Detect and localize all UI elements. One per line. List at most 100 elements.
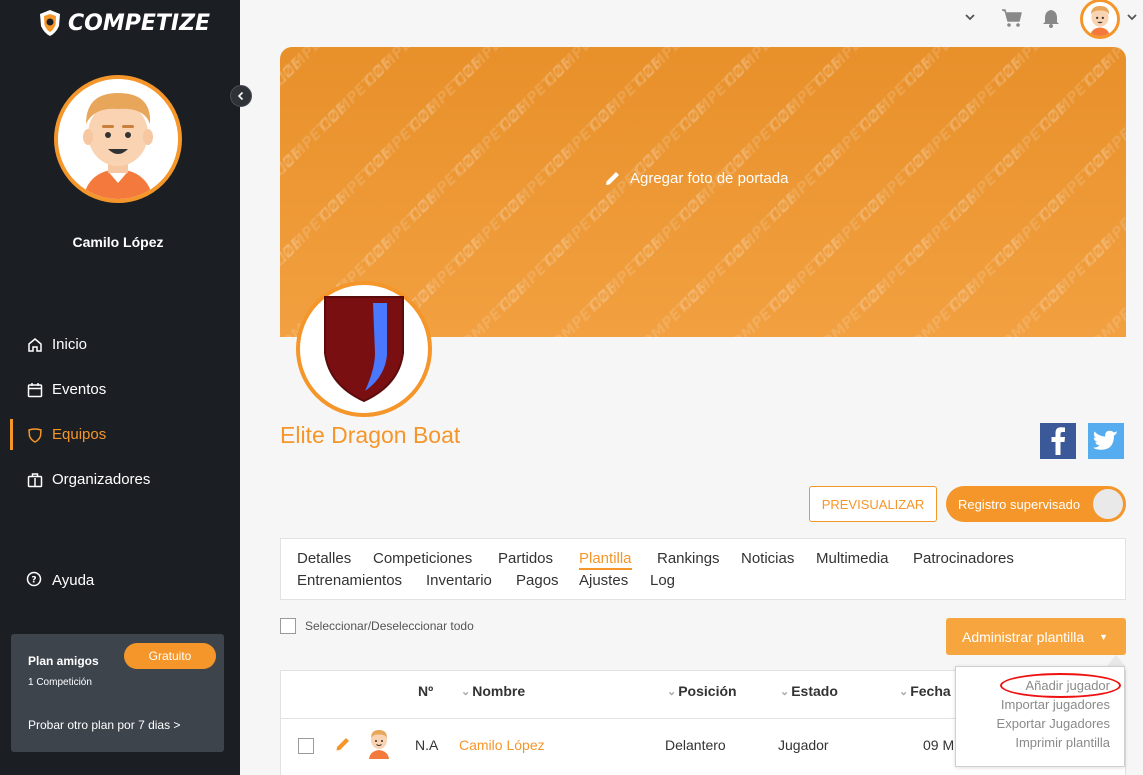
team-crest-icon bbox=[324, 296, 404, 403]
calendar-icon bbox=[26, 381, 44, 399]
sidebar-item-ayuda[interactable]: ? Ayuda bbox=[26, 571, 94, 589]
manage-roster-label: Administrar plantilla bbox=[962, 628, 1085, 645]
sidebar-item-label: Equipos bbox=[52, 426, 107, 443]
team-name: Elite Dragon Boat bbox=[280, 422, 461, 448]
menu-item-add-player[interactable]: Añadir jugador bbox=[1025, 678, 1110, 693]
sidebar-user-name: Camilo López bbox=[72, 234, 164, 250]
trial-plan-link[interactable]: Probar otro plan por 7 dias > bbox=[28, 718, 180, 732]
bell-icon[interactable] bbox=[1042, 8, 1060, 33]
column-header-position[interactable]: ⌄ Posición bbox=[667, 683, 737, 699]
tab-plantilla[interactable]: Plantilla bbox=[579, 550, 632, 570]
brand-name: COMPETIZE bbox=[68, 10, 211, 36]
cover-watermark-word: COMPETIZE bbox=[630, 278, 712, 337]
select-all-label: Seleccionar/Deseleccionar todo bbox=[305, 619, 474, 633]
column-header-status[interactable]: ⌄ Estado bbox=[780, 683, 838, 699]
player-name-link[interactable]: Camilo López bbox=[459, 737, 545, 753]
sidebar-item-inicio[interactable]: Inicio bbox=[0, 322, 240, 367]
team-tabs: Detalles Competiciones Partidos Plantill… bbox=[280, 538, 1126, 600]
tab-detalles[interactable]: Detalles bbox=[297, 550, 351, 567]
supervised-registration-label: Registro supervisado bbox=[958, 496, 1081, 512]
topbar-avatar[interactable] bbox=[1080, 0, 1120, 39]
sort-chevron-icon: ⌄ bbox=[461, 685, 471, 698]
caret-down-icon: ▼ bbox=[1099, 632, 1108, 642]
cover-watermark-word: COMPETIZE bbox=[540, 278, 622, 337]
menu-item-import-players[interactable]: Importar jugadores bbox=[1001, 697, 1110, 712]
tab-pagos[interactable]: Pagos bbox=[516, 572, 559, 589]
cover-watermark-word: COMPETIZE bbox=[720, 278, 802, 337]
dropdown-pointer bbox=[1107, 655, 1125, 666]
tab-patrocinadores[interactable]: Patrocinadores bbox=[913, 550, 1014, 567]
topbar-dropdown-chevron-icon[interactable] bbox=[964, 10, 976, 28]
sidebar-avatar[interactable] bbox=[54, 75, 182, 203]
plan-subtitle: 1 Competición bbox=[28, 677, 92, 688]
row-checkbox[interactable] bbox=[298, 738, 314, 754]
pencil-icon bbox=[606, 172, 619, 185]
player-date: 09 M bbox=[923, 737, 955, 753]
add-cover-photo-label: Agregar foto de portada bbox=[630, 169, 789, 187]
column-header-name[interactable]: ⌄ Nombre bbox=[461, 683, 525, 699]
help-icon: ? bbox=[26, 571, 44, 589]
facebook-share-button[interactable] bbox=[1040, 423, 1076, 459]
sidebar-item-label: Organizadores bbox=[52, 471, 151, 488]
column-header-label: Estado bbox=[791, 683, 838, 699]
sidebar-nav: Inicio Eventos Equipos Organizadores bbox=[0, 322, 240, 502]
twitter-icon bbox=[1093, 430, 1118, 450]
player-status: Jugador bbox=[778, 737, 829, 753]
tab-noticias[interactable]: Noticias bbox=[741, 550, 794, 567]
add-cover-photo-button[interactable]: Agregar foto de portada bbox=[604, 169, 788, 187]
manage-roster-button[interactable]: Administrar plantilla ▼ bbox=[946, 618, 1126, 655]
menu-item-print-roster[interactable]: Imprimir plantilla bbox=[1015, 735, 1110, 750]
cover-watermark-word: COMPETIZE bbox=[280, 143, 307, 225]
account-chevron-icon[interactable] bbox=[1126, 10, 1138, 28]
column-header-number[interactable]: Nº bbox=[418, 683, 433, 699]
menu-item-export-players[interactable]: Exportar Jugadores bbox=[997, 716, 1110, 731]
column-header-label: Nº bbox=[418, 683, 434, 699]
brand-shield-icon bbox=[40, 10, 60, 36]
twitter-share-button[interactable] bbox=[1088, 423, 1124, 459]
sidebar-item-eventos[interactable]: Eventos bbox=[0, 367, 240, 412]
sort-chevron-icon: ⌄ bbox=[780, 685, 790, 698]
cover-watermark-word: COMPETIZE bbox=[280, 233, 307, 315]
sidebar-item-label: Inicio bbox=[52, 336, 88, 353]
svg-text:?: ? bbox=[31, 576, 36, 586]
help-label: Ayuda bbox=[52, 571, 95, 589]
sidebar-collapse-button[interactable] bbox=[230, 85, 252, 107]
cover-watermark-word: COMPETIZE bbox=[900, 278, 982, 337]
brand-logo[interactable]: COMPETIZE bbox=[38, 8, 210, 38]
cover-watermark-word: COMPETIZE bbox=[810, 278, 892, 337]
facebook-icon bbox=[1051, 427, 1065, 455]
tab-log[interactable]: Log bbox=[650, 572, 675, 589]
manage-roster-menu: Añadir jugador Importar jugadores Export… bbox=[955, 666, 1125, 767]
tab-partidos[interactable]: Partidos bbox=[498, 550, 553, 567]
preview-button[interactable]: PREVISUALIZAR bbox=[809, 486, 937, 522]
sidebar-item-equipos[interactable]: Equipos bbox=[0, 412, 240, 457]
cover-watermark-word: COMPETIZE bbox=[450, 278, 532, 337]
tab-rankings[interactable]: Rankings bbox=[657, 550, 720, 567]
edit-pencil-icon[interactable] bbox=[335, 736, 351, 757]
select-all-toggle[interactable]: Seleccionar/Deseleccionar todo bbox=[280, 618, 474, 634]
column-header-date[interactable]: ⌄ Fecha bbox=[899, 683, 951, 699]
team-logo[interactable] bbox=[296, 281, 432, 417]
tab-competiciones[interactable]: Competiciones bbox=[373, 550, 472, 567]
player-position: Delantero bbox=[665, 737, 726, 753]
sidebar-item-organizadores[interactable]: Organizadores bbox=[0, 457, 240, 502]
tab-ajustes[interactable]: Ajustes bbox=[579, 572, 628, 589]
tab-multimedia[interactable]: Multimedia bbox=[816, 550, 889, 567]
player-number: N.A bbox=[415, 737, 439, 753]
column-header-label: Posición bbox=[678, 683, 737, 699]
plan-badge-button[interactable]: Gratuito bbox=[124, 643, 216, 669]
home-icon bbox=[26, 336, 44, 354]
select-all-checkbox[interactable] bbox=[280, 618, 296, 634]
toggle-knob bbox=[1093, 489, 1123, 519]
player-avatar[interactable] bbox=[367, 727, 391, 764]
cover-watermark-word: COMPETIZE bbox=[280, 53, 307, 135]
tab-entrenamientos[interactable]: Entrenamientos bbox=[297, 572, 402, 589]
tab-inventario[interactable]: Inventario bbox=[426, 572, 492, 589]
supervised-registration-toggle[interactable]: Registro supervisado bbox=[946, 486, 1126, 522]
plan-title: Plan amigos bbox=[28, 654, 99, 668]
cover-watermark-word: COMPETIZE bbox=[1080, 278, 1126, 337]
sort-chevron-icon: ⌄ bbox=[667, 685, 677, 698]
cart-icon[interactable] bbox=[1001, 8, 1023, 33]
user-avatar-illustration bbox=[58, 79, 178, 199]
column-header-label: Fecha bbox=[910, 683, 951, 699]
